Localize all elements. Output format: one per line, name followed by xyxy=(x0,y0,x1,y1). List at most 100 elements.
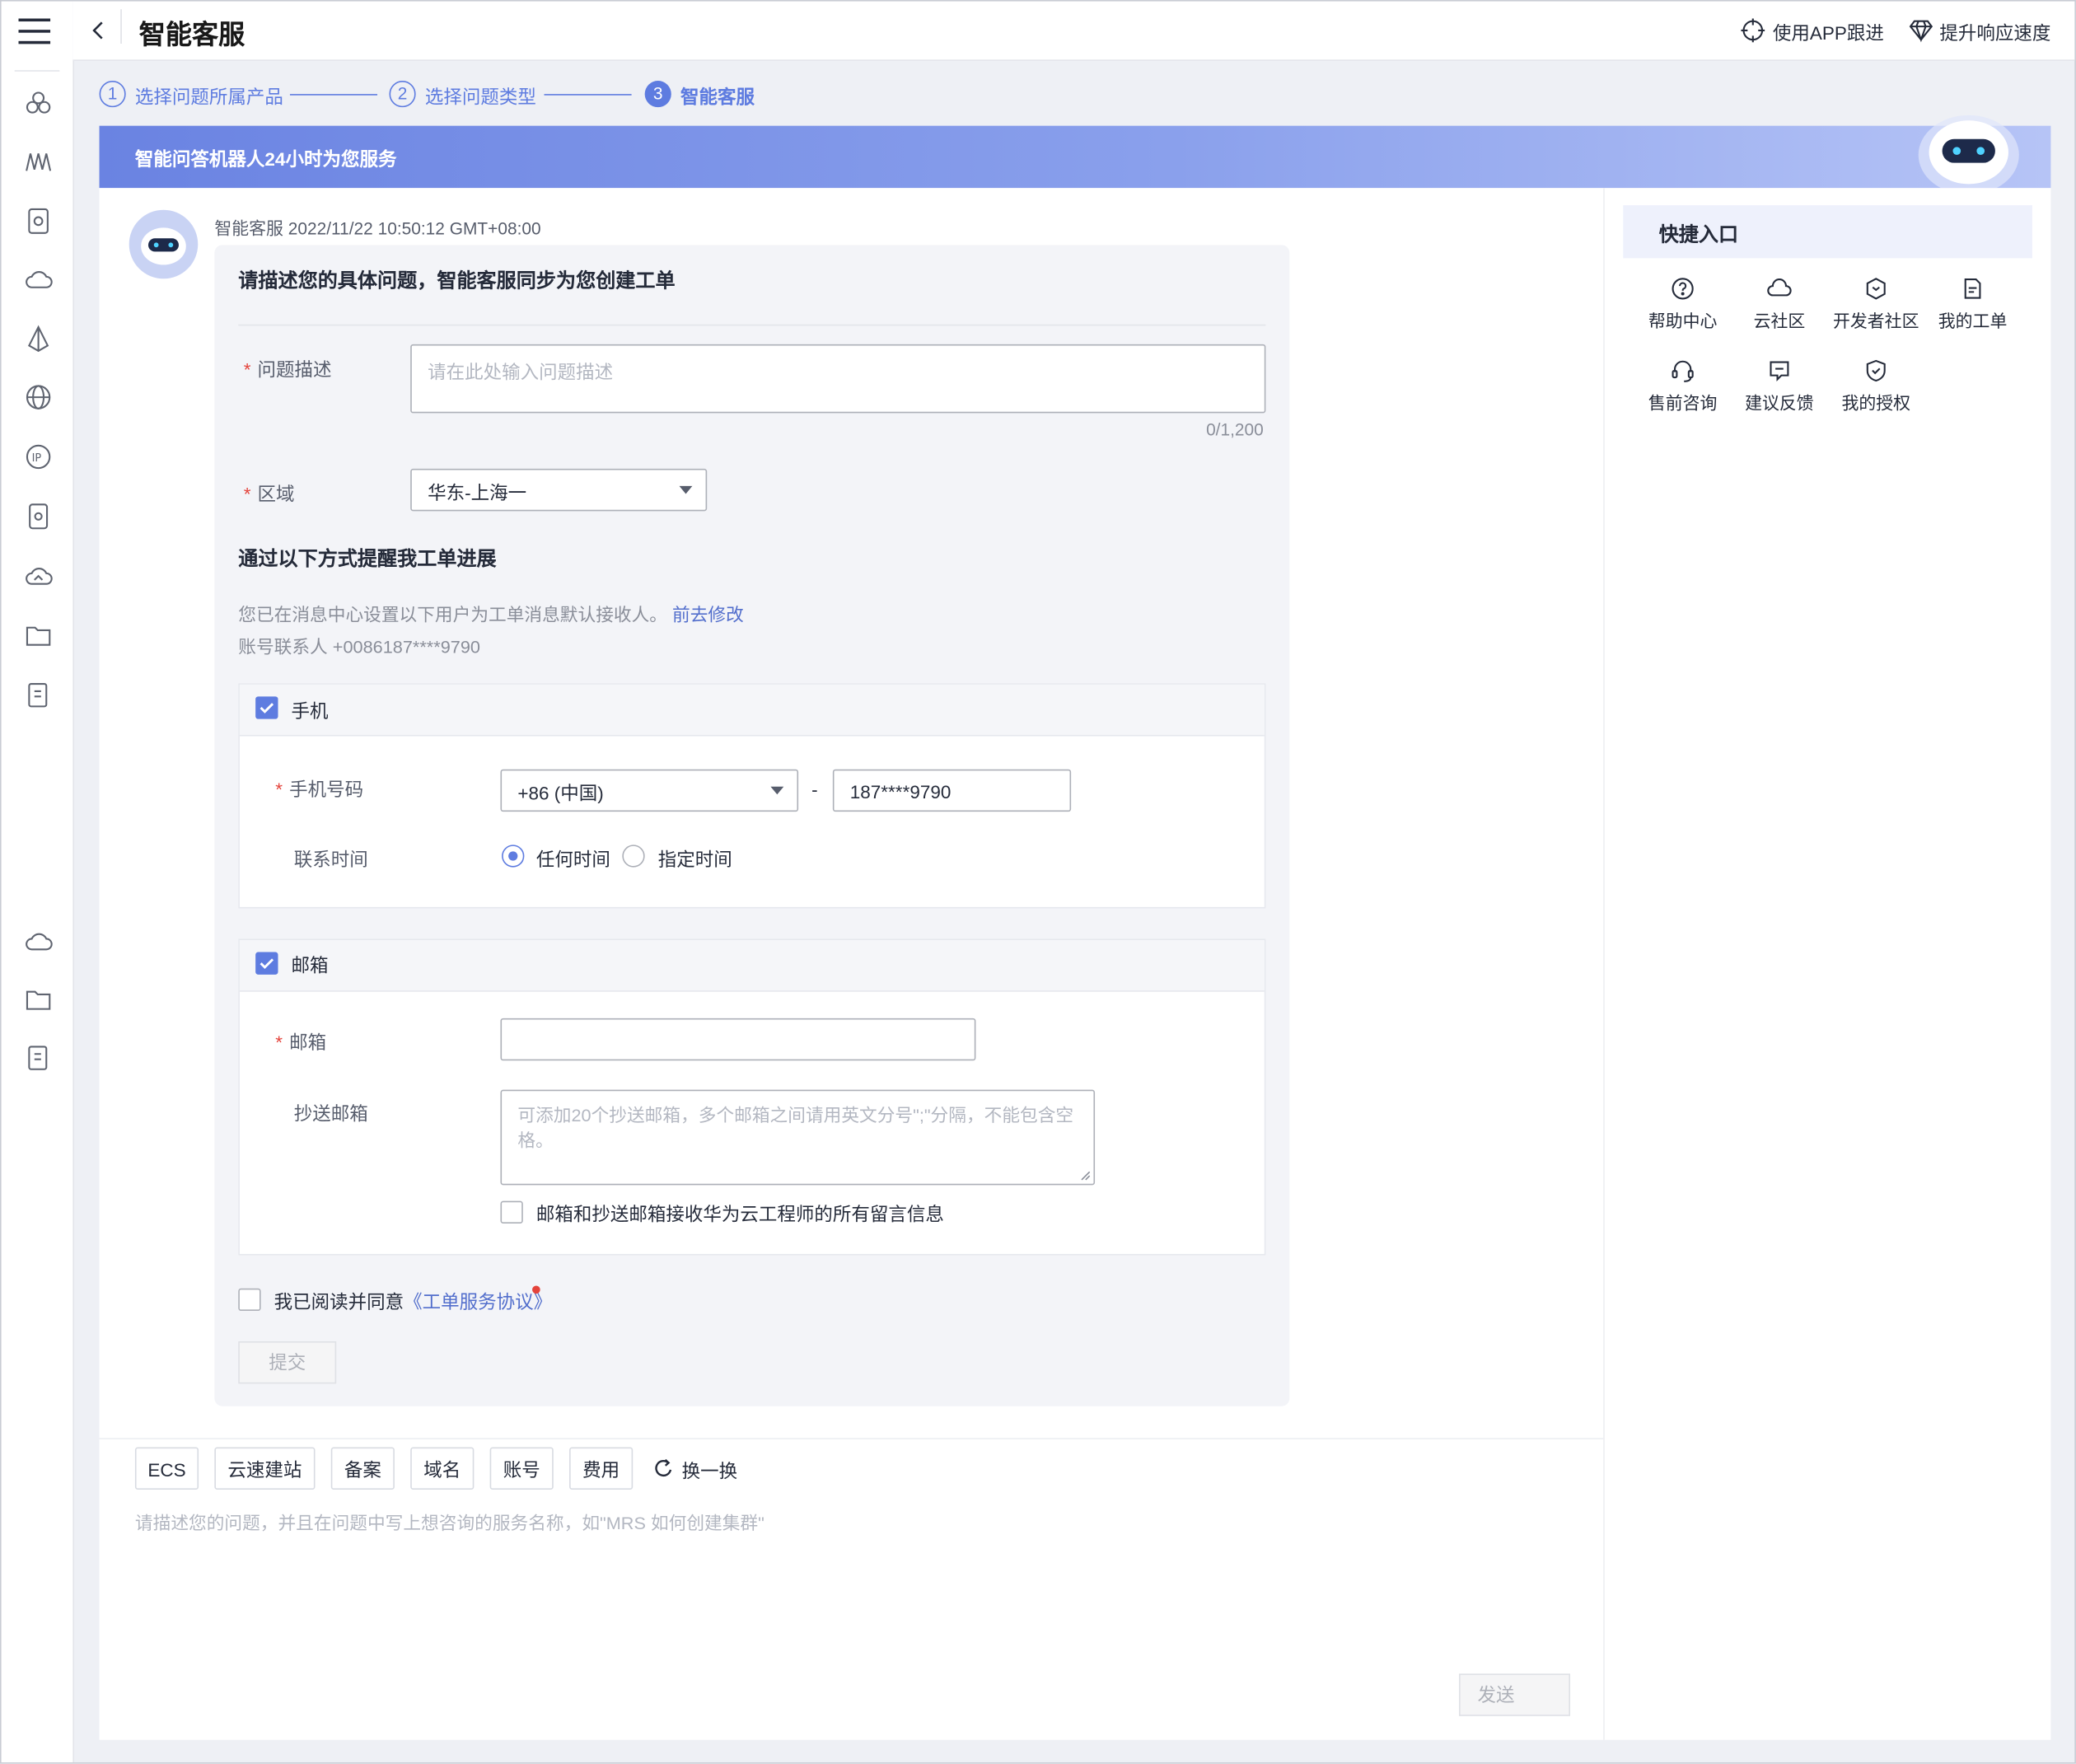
tag-domain[interactable]: 域名 xyxy=(410,1447,475,1490)
form-heading: 请描述您的具体问题，智能客服同步为您创建工单 xyxy=(238,269,676,293)
menu-icon[interactable] xyxy=(18,17,53,46)
quick-presales[interactable]: 售前咨询 xyxy=(1635,359,1731,414)
app-follow-link[interactable]: 使用APP跟进 xyxy=(1773,20,1884,46)
radio-any-time[interactable] xyxy=(502,845,525,868)
quick-help-center[interactable]: 帮助中心 xyxy=(1635,277,1731,332)
cloud-icon xyxy=(1767,278,1792,297)
email-input[interactable] xyxy=(500,1018,976,1061)
diamond-icon[interactable] xyxy=(1909,18,1933,43)
step-3-number: 3 xyxy=(644,81,671,108)
cloud-icon[interactable] xyxy=(24,264,53,293)
cc-receive-label[interactable]: 邮箱和抄送邮箱接收华为云工程师的所有留言信息 xyxy=(536,1201,944,1228)
help-icon xyxy=(1672,278,1694,300)
storage-icon[interactable] xyxy=(24,207,53,236)
step-connector xyxy=(544,94,632,96)
step-1-label[interactable]: 选择问题所属产品 xyxy=(135,83,283,110)
cc-email-textarea[interactable]: 可添加20个抄送邮箱，多个邮箱之间请用英文分号";"分隔，不能包含空格。 xyxy=(500,1089,1096,1186)
send-label: 发送 xyxy=(1477,1684,1515,1706)
phone-section-label: 手机 xyxy=(291,700,329,722)
app-follow-icon[interactable] xyxy=(1741,18,1765,43)
region-select[interactable]: 华东-上海一 xyxy=(410,468,708,512)
check-icon xyxy=(260,703,274,714)
tag-icp[interactable]: 备案 xyxy=(330,1447,395,1490)
notify-note-line: 您已在消息中心设置以下用户为工单消息默认接收人。 前去修改 xyxy=(238,600,744,626)
tag-billing[interactable]: 费用 xyxy=(569,1447,634,1490)
step-connector xyxy=(289,94,378,96)
quick-feedback[interactable]: 建议反馈 xyxy=(1732,359,1827,414)
agreement-link[interactable]: 《工单服务协议》 xyxy=(404,1291,552,1312)
message-meta: 智能客服 2022/11/22 10:50:12 GMT+08:00 xyxy=(214,214,540,240)
cloud-service-icon[interactable] xyxy=(24,927,53,956)
document-icon[interactable] xyxy=(24,1043,53,1072)
cc-receive-checkbox[interactable] xyxy=(500,1200,523,1224)
quick-my-tickets-label: 我的工单 xyxy=(1938,311,2008,331)
tag-ecs[interactable]: ECS xyxy=(134,1447,199,1490)
message-sender: 智能客服 xyxy=(214,218,283,239)
country-code-value: +86 (中国) xyxy=(517,782,604,804)
refresh-link[interactable]: 换一换 xyxy=(682,1458,737,1484)
email-section-label: 邮箱 xyxy=(291,954,329,976)
network-icon[interactable] xyxy=(24,325,53,353)
headset-icon xyxy=(1672,360,1694,382)
cloud-upload-icon[interactable] xyxy=(24,561,53,590)
chat-divider xyxy=(99,1438,1604,1439)
quick-my-authorization-label: 我的授权 xyxy=(1841,393,1911,414)
notify-heading: 通过以下方式提醒我工单进展 xyxy=(238,548,497,571)
tag-account[interactable]: 账号 xyxy=(489,1447,554,1490)
monitor-icon[interactable] xyxy=(24,147,53,175)
radio-specified-time[interactable] xyxy=(622,845,645,868)
notify-contact: 账号联系人 +0086187****9790 xyxy=(238,637,480,657)
radio-specified-time-label[interactable]: 指定时间 xyxy=(658,846,732,873)
refresh-icon[interactable] xyxy=(652,1458,674,1479)
quick-my-tickets[interactable]: 我的工单 xyxy=(1925,277,2021,332)
phone-number-label: * 手机号码 xyxy=(275,778,364,800)
agree-text: 我已阅读并同意 xyxy=(274,1290,404,1312)
folder-icon[interactable] xyxy=(24,621,53,650)
step-2-label[interactable]: 选择问题类型 xyxy=(425,83,536,110)
document-icon[interactable] xyxy=(24,681,53,709)
disk-icon[interactable] xyxy=(24,502,53,531)
agree-checkbox[interactable] xyxy=(238,1288,261,1312)
submit-button[interactable]: 提交 xyxy=(238,1341,337,1384)
quick-developer-community[interactable]: 开发者社区 xyxy=(1828,277,1924,332)
phone-number-input[interactable]: 187****9790 xyxy=(832,769,1072,812)
bot-avatar xyxy=(129,209,199,279)
page-title: 智能客服 xyxy=(138,21,245,51)
quick-developer-community-label: 开发者社区 xyxy=(1833,311,1919,331)
tag-site-builder[interactable]: 云速建站 xyxy=(214,1447,316,1490)
ip-icon[interactable]: IP xyxy=(24,442,53,471)
quick-cloud-community[interactable]: 云社区 xyxy=(1732,277,1827,332)
header-divider xyxy=(120,9,122,44)
email-checkbox[interactable] xyxy=(255,952,278,975)
radio-any-time-label[interactable]: 任何时间 xyxy=(536,846,610,873)
folder-icon[interactable] xyxy=(24,985,53,1014)
quick-cloud-community-label: 云社区 xyxy=(1753,311,1806,331)
speed-up-link[interactable]: 提升响应速度 xyxy=(1939,20,2050,46)
quick-entry-title: 快捷入口 xyxy=(1658,223,1739,246)
developer-icon xyxy=(1866,278,1886,300)
globe-icon[interactable] xyxy=(24,382,53,411)
phone-number-value: 187****9790 xyxy=(849,781,952,802)
quick-my-authorization[interactable]: 我的授权 xyxy=(1828,359,1924,414)
cc-email-label: 抄送邮箱 xyxy=(293,1102,368,1125)
modify-link[interactable]: 前去修改 xyxy=(672,605,744,625)
quick-help-center-label: 帮助中心 xyxy=(1648,311,1718,331)
desc-textarea[interactable]: 请在此处输入问题描述 xyxy=(410,344,1266,414)
send-button[interactable]: 发送 xyxy=(1459,1673,1571,1716)
check-icon xyxy=(260,958,274,970)
new-dot-badge xyxy=(532,1285,540,1294)
country-code-select[interactable]: +86 (中国) xyxy=(500,769,799,812)
phone-dash: - xyxy=(811,778,818,800)
ticket-icon xyxy=(1964,278,1981,299)
back-arrow-icon[interactable] xyxy=(91,20,105,41)
shield-icon xyxy=(1866,359,1886,382)
phone-checkbox[interactable] xyxy=(255,696,278,719)
chat-input-placeholder[interactable]: 请描述您的问题，并且在问题中写上想咨询的服务名称，如"MRS 如何创建集群" xyxy=(135,1508,764,1534)
resize-handle-icon[interactable] xyxy=(1079,1169,1091,1181)
panel-divider xyxy=(1603,188,1605,1740)
step-3-label: 智能客服 xyxy=(680,86,755,108)
desc-label: * 问题描述 xyxy=(243,358,332,381)
region-value: 华东-上海一 xyxy=(428,481,527,503)
cc-email-placeholder: 可添加20个抄送邮箱，多个邮箱之间请用英文分号";"分隔，不能包含空格。 xyxy=(517,1105,1074,1151)
compute-icon[interactable] xyxy=(24,89,53,118)
